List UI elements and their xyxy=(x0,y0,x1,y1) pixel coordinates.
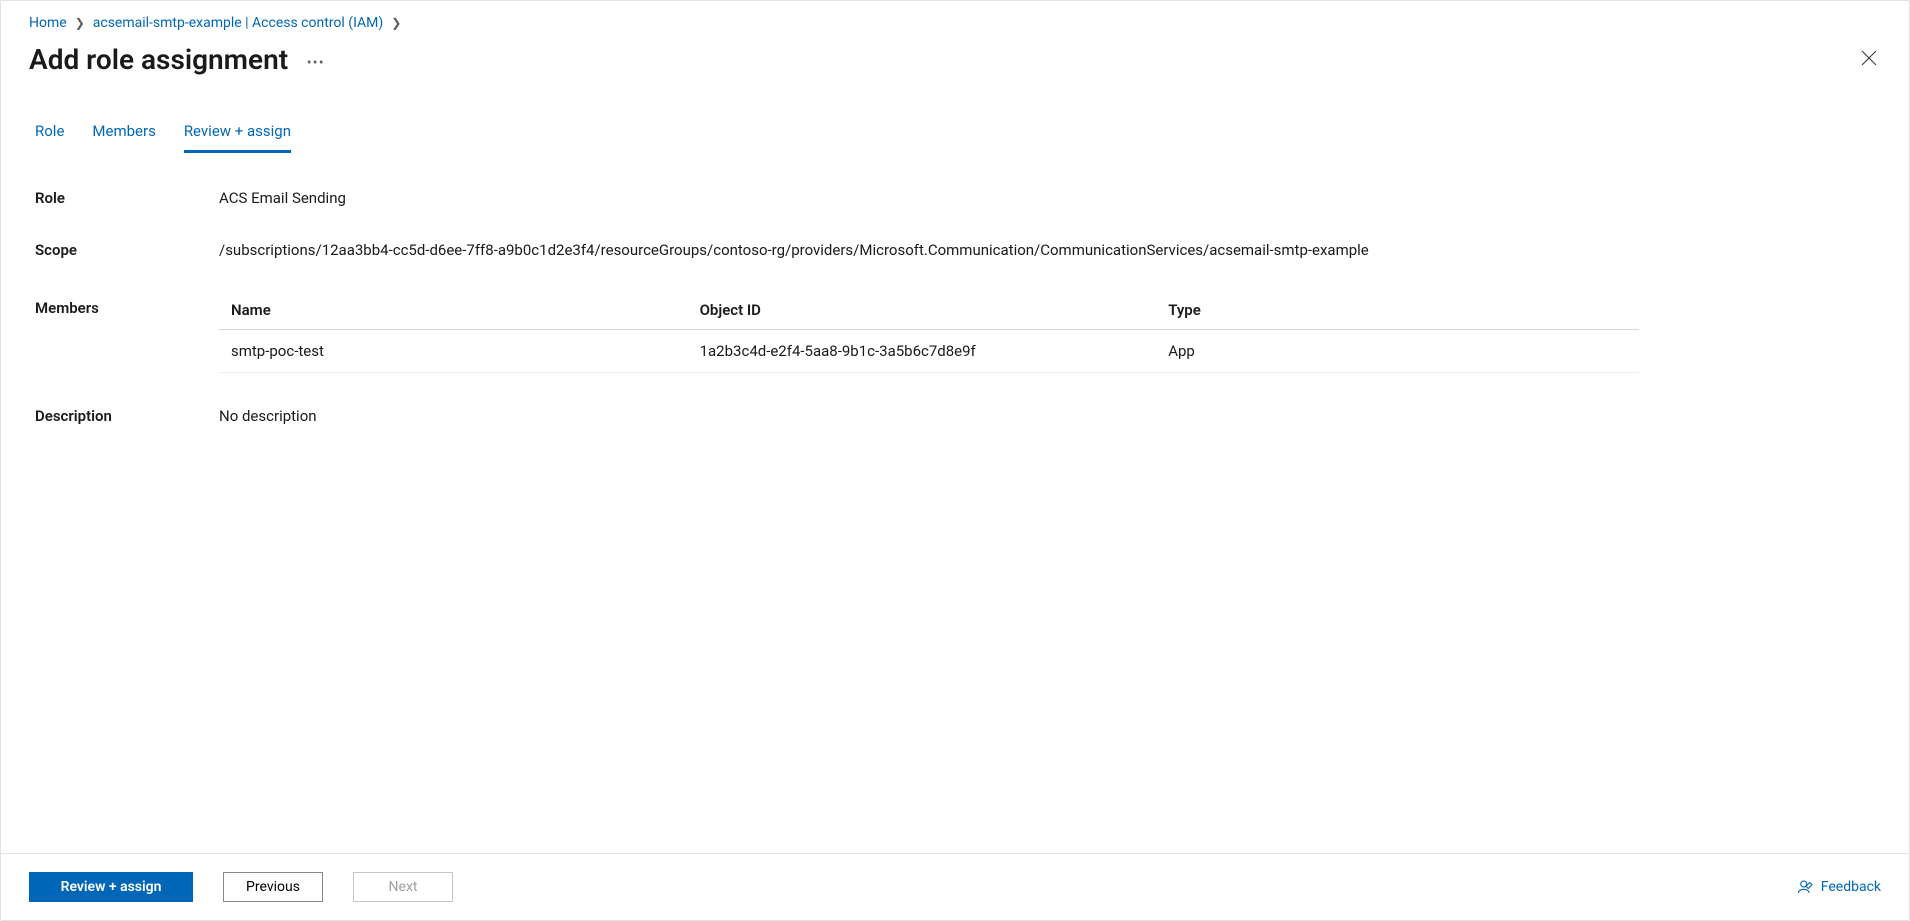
role-label: Role xyxy=(35,189,219,207)
breadcrumb-resource[interactable]: acsemail-smtp-example | Access control (… xyxy=(93,15,383,31)
review-assign-button[interactable]: Review + assign xyxy=(29,872,193,902)
description-value: No description xyxy=(219,407,1875,425)
description-label: Description xyxy=(35,407,219,425)
more-actions-icon[interactable]: ⋯ xyxy=(306,54,325,72)
cell-name: smtp-poc-test xyxy=(219,330,688,373)
table-header-row: Name Object ID Type xyxy=(219,293,1639,330)
chevron-right-icon: ❯ xyxy=(75,16,85,30)
close-icon xyxy=(1861,50,1877,66)
content-area: Role ACS Email Sending Scope /subscripti… xyxy=(1,153,1909,853)
previous-button[interactable]: Previous xyxy=(223,872,323,902)
scope-label: Scope xyxy=(35,241,219,259)
column-name: Name xyxy=(219,293,688,330)
page-title: Add role assignment ⋯ xyxy=(29,43,325,76)
tabs: Role Members Review + assign xyxy=(1,86,1909,153)
feedback-link[interactable]: Feedback xyxy=(1797,878,1881,896)
scope-value: /subscriptions/12aa3bb4-cc5d-d6ee-7ff8-a… xyxy=(219,241,1875,259)
page-title-text: Add role assignment xyxy=(29,43,288,76)
members-table: Name Object ID Type smtp-poc-test 1a2b3c… xyxy=(219,293,1639,373)
column-type: Type xyxy=(1156,293,1639,330)
field-role: Role ACS Email Sending xyxy=(35,189,1875,207)
breadcrumb: Home ❯ acsemail-smtp-example | Access co… xyxy=(1,1,1909,39)
feedback-icon xyxy=(1797,878,1815,896)
tab-role[interactable]: Role xyxy=(35,122,64,153)
role-value: ACS Email Sending xyxy=(219,189,1875,207)
tab-review-assign[interactable]: Review + assign xyxy=(184,122,291,153)
field-members: Members Name Object ID Type smtp-poc-tes… xyxy=(35,293,1875,373)
chevron-right-icon: ❯ xyxy=(391,16,401,30)
field-description: Description No description xyxy=(35,407,1875,425)
next-button: Next xyxy=(353,872,453,902)
cell-type: App xyxy=(1156,330,1639,373)
table-row: smtp-poc-test 1a2b3c4d-e2f4-5aa8-9b1c-3a… xyxy=(219,330,1639,373)
breadcrumb-home[interactable]: Home xyxy=(29,15,67,31)
feedback-label: Feedback xyxy=(1821,879,1881,895)
close-button[interactable] xyxy=(1857,46,1881,74)
members-label: Members xyxy=(35,293,219,317)
tab-members[interactable]: Members xyxy=(92,122,155,153)
footer: Review + assign Previous Next Feedback xyxy=(1,853,1909,920)
cell-object-id: 1a2b3c4d-e2f4-5aa8-9b1c-3a5b6c7d8e9f xyxy=(688,330,1157,373)
field-scope: Scope /subscriptions/12aa3bb4-cc5d-d6ee-… xyxy=(35,241,1875,259)
column-object-id: Object ID xyxy=(688,293,1157,330)
